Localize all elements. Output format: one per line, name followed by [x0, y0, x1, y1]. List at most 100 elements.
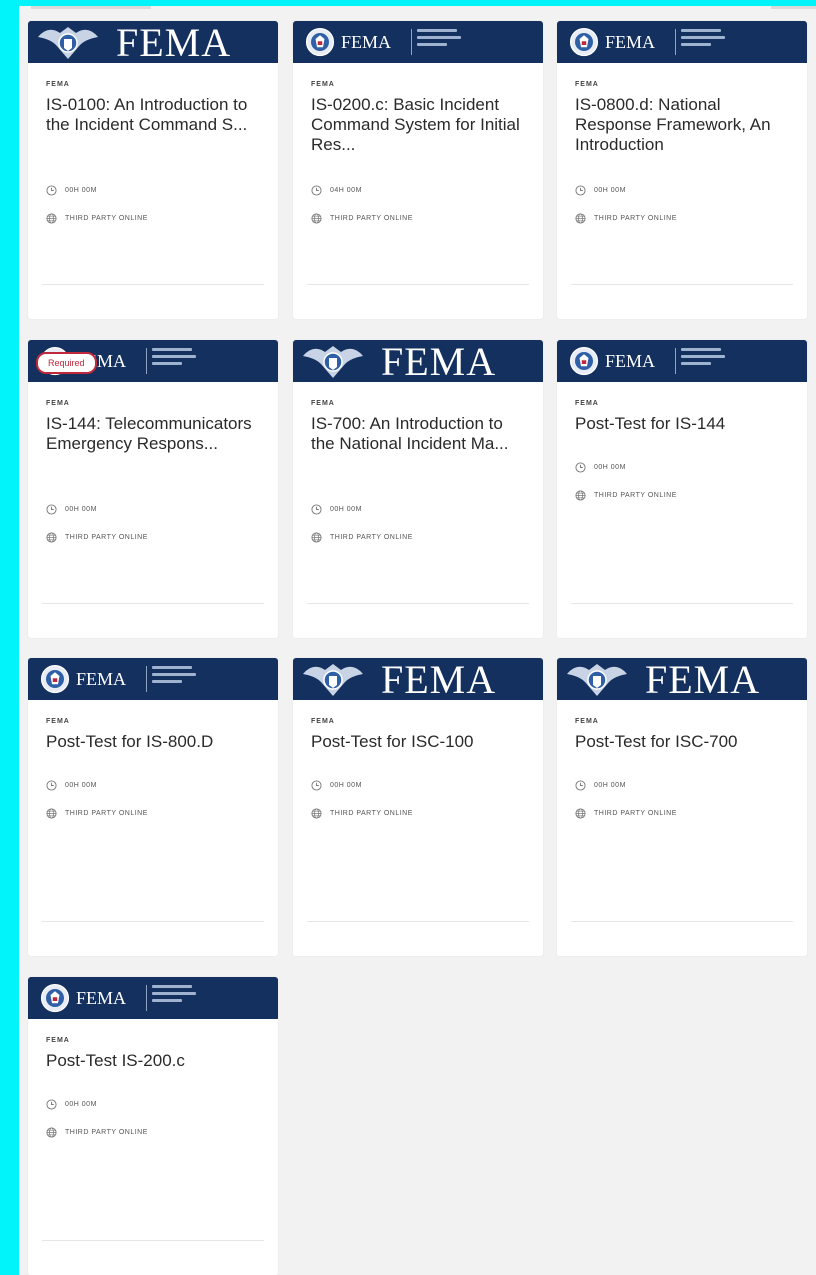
card-divider: [42, 921, 264, 922]
dhs-seal-icon: [303, 660, 363, 698]
course-title[interactable]: Post-Test for ISC-700: [575, 732, 793, 752]
duration-text: 00H 00M: [65, 186, 97, 194]
logo-tagline-graphic: [417, 29, 461, 50]
dhs-seal-icon: [38, 23, 98, 61]
seal-graphic: [305, 27, 335, 57]
globe-icon: [311, 212, 322, 224]
card-divider: [307, 284, 529, 285]
fema-logo-text: FEMA: [76, 669, 127, 689]
clock-icon: [46, 184, 57, 196]
seal-graphic: [569, 27, 599, 57]
course-card[interactable]: FEMA FEMA Post-Test for IS-800.D 00H 00M…: [28, 658, 278, 956]
course-title[interactable]: IS-700: An Introduction to the National …: [311, 414, 529, 454]
course-title[interactable]: IS-0200.c: Basic Incident Command System…: [311, 95, 529, 155]
course-provider: FEMA: [311, 718, 335, 725]
globe-icon: [311, 531, 322, 543]
course-format: THIRD PARTY ONLINE: [46, 806, 148, 820]
dhs-seal-icon: [40, 664, 70, 694]
fema-logo-text: FEMA: [381, 340, 497, 382]
format-text: THIRD PARTY ONLINE: [330, 214, 413, 222]
course-duration: 00H 00M: [46, 1097, 97, 1111]
fema-logo-text: FEMA: [645, 658, 761, 700]
course-duration: 00H 00M: [575, 778, 626, 792]
format-text: THIRD PARTY ONLINE: [330, 809, 413, 817]
course-card[interactable]: FEMA FEMA Post-Test for IS-144 00H 00M T…: [557, 340, 807, 638]
course-format: THIRD PARTY ONLINE: [46, 211, 148, 225]
course-title[interactable]: IS-0800.d: National Response Framework, …: [575, 95, 793, 155]
clock-icon: [311, 184, 322, 196]
seal-graphic: [40, 664, 70, 694]
globe-icon: [311, 807, 322, 819]
clock-icon: [46, 779, 57, 791]
course-provider: FEMA: [311, 400, 335, 407]
fema-logo-text: FEMA: [605, 32, 656, 52]
globe-icon: [575, 807, 586, 819]
card-divider: [571, 603, 793, 604]
fema-logo-text: FEMA: [605, 351, 656, 371]
fema-banner: FEMA: [293, 21, 543, 63]
fema-banner: FEMA: [557, 658, 807, 700]
course-title[interactable]: Post-Test for IS-800.D: [46, 732, 264, 752]
logo-divider: [675, 29, 676, 55]
course-provider: FEMA: [46, 400, 70, 407]
duration-text: 00H 00M: [594, 463, 626, 471]
course-card[interactable]: FEMA FEMA IS-0800.d: National Response F…: [557, 21, 807, 319]
duration-text: 04H 00M: [330, 186, 362, 194]
course-duration: 00H 00M: [311, 502, 362, 516]
course-card[interactable]: FEMA FEMA Post-Test for ISC-700 00H 00M …: [557, 658, 807, 956]
dhs-seal-icon: [303, 342, 363, 380]
course-provider: FEMA: [575, 81, 599, 88]
course-title[interactable]: IS-144: Telecommunicators Emergency Resp…: [46, 414, 264, 454]
duration-text: 00H 00M: [330, 505, 362, 513]
course-provider: FEMA: [46, 718, 70, 725]
eagle-seal-graphic: [303, 346, 363, 378]
fema-banner: FEMA: [557, 21, 807, 63]
fema-logo-text: FEMA: [116, 21, 232, 63]
logo-divider: [146, 666, 147, 692]
fema-banner: FEMA Required: [28, 340, 278, 382]
course-card[interactable]: FEMA FEMA Post-Test IS-200.c 00H 00M THI…: [28, 977, 278, 1275]
course-title[interactable]: Post-Test IS-200.c: [46, 1051, 264, 1071]
course-title[interactable]: Post-Test for ISC-100: [311, 732, 529, 752]
course-card[interactable]: FEMA Required FEMA IS-144: Telecommunicat…: [28, 340, 278, 638]
globe-icon: [46, 212, 57, 224]
format-text: THIRD PARTY ONLINE: [594, 809, 677, 817]
format-text: THIRD PARTY ONLINE: [330, 533, 413, 541]
card-divider: [571, 921, 793, 922]
fema-logo-text: FEMA: [341, 32, 392, 52]
fema-banner: FEMA: [557, 340, 807, 382]
course-format: THIRD PARTY ONLINE: [311, 530, 413, 544]
format-text: THIRD PARTY ONLINE: [65, 1128, 148, 1136]
course-card[interactable]: FEMA FEMA IS-700: An Introduction to the…: [293, 340, 543, 638]
logo-tagline-graphic: [681, 29, 725, 50]
course-card[interactable]: FEMA FEMA IS-0100: An Introduction to th…: [28, 21, 278, 319]
dhs-seal-icon: [567, 660, 627, 698]
eagle-seal-graphic: [567, 664, 627, 696]
course-card[interactable]: FEMA FEMA Post-Test for ISC-100 00H 00M …: [293, 658, 543, 956]
card-divider: [42, 1240, 264, 1241]
course-format: THIRD PARTY ONLINE: [46, 530, 148, 544]
globe-icon: [46, 1126, 57, 1138]
dhs-seal-icon: [569, 346, 599, 376]
course-provider: FEMA: [46, 1037, 70, 1044]
fema-logo-text: FEMA: [76, 988, 127, 1008]
course-title[interactable]: Post-Test for IS-144: [575, 414, 793, 434]
fema-banner: FEMA: [293, 340, 543, 382]
duration-text: 00H 00M: [330, 781, 362, 789]
globe-icon: [46, 807, 57, 819]
eagle-seal-graphic: [303, 664, 363, 696]
card-divider: [42, 284, 264, 285]
course-duration: 00H 00M: [575, 183, 626, 197]
dhs-seal-icon: [569, 27, 599, 57]
fema-banner: FEMA: [28, 658, 278, 700]
course-card[interactable]: FEMA FEMA IS-0200.c: Basic Incident Comm…: [293, 21, 543, 319]
seal-graphic: [569, 346, 599, 376]
eagle-seal-graphic: [38, 27, 98, 59]
clock-icon: [575, 461, 586, 473]
course-format: THIRD PARTY ONLINE: [575, 211, 677, 225]
format-text: THIRD PARTY ONLINE: [65, 214, 148, 222]
logo-tagline-graphic: [152, 666, 196, 687]
course-title[interactable]: IS-0100: An Introduction to the Incident…: [46, 95, 264, 135]
clock-icon: [46, 503, 57, 515]
dhs-seal-icon: [40, 983, 70, 1013]
